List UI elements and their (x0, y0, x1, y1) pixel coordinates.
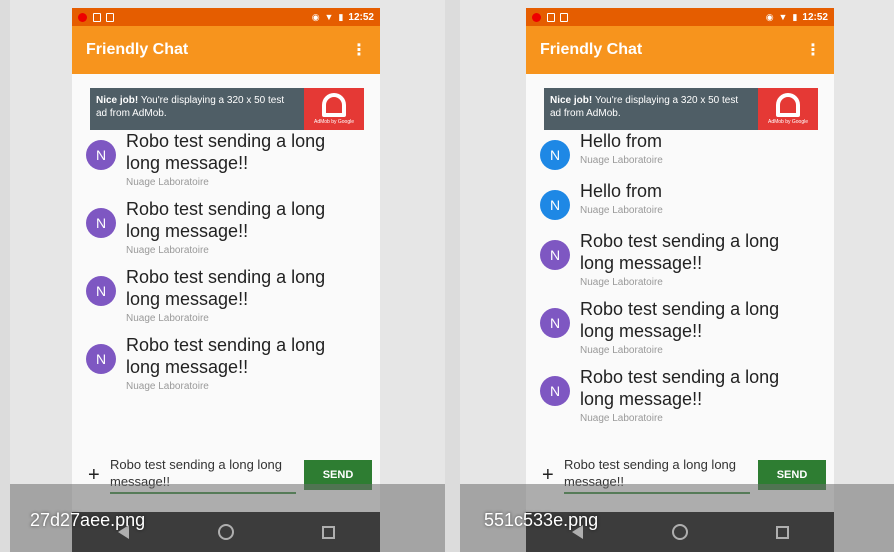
file-label: 551c533e.png (484, 510, 599, 530)
screenshot-panel: ◉ ▼ ▮ 12:52 Friendly Chat ⋮ Nice job! Yo… (10, 0, 445, 552)
notification-icon (93, 12, 101, 22)
status-bar: ◉ ▼ ▮ 12:52 (526, 8, 834, 26)
message-sender: Nuage Laboratoire (580, 345, 663, 356)
wifi-icon: ▼ (324, 12, 334, 22)
message-body: Robo test sending a long long message!! N… (580, 298, 800, 356)
message-item: N Robo test sending a long long message!!… (72, 266, 380, 324)
message-list[interactable]: N Robo test sending a long long message!!… (72, 130, 380, 450)
avatar: N (86, 208, 116, 238)
message-sender: Nuage Laboratoire (580, 155, 663, 166)
message-body: Hello from Nuage Laboratoire (580, 130, 800, 170)
status-time: 12:52 (802, 11, 828, 23)
file-label: 27d27aee.png (30, 510, 146, 530)
message-list[interactable]: N Hello from Nuage Laboratoire N Hello from N… (526, 130, 834, 450)
message-sender: Nuage Laboratoire (580, 205, 663, 216)
avatar: N (540, 308, 570, 338)
message-item: N Robo test sending a long long message!!… (72, 130, 380, 188)
message-item: N Hello from Nuage Laboratoire (526, 130, 834, 170)
message-text: Robo test sending a long long message!! (126, 335, 326, 377)
message-text: Hello from (580, 131, 663, 151)
ad-text: Nice job! You're displaying a 320 x 50 t… (544, 88, 758, 130)
admob-logo: AdMob by Google (758, 88, 818, 130)
admob-logo: AdMob by Google (304, 88, 364, 130)
message-text: Robo test sending a long long message!! (126, 131, 326, 173)
wifi-icon: ▼ (778, 12, 788, 22)
message-text: Robo test sending a long long message!! (580, 367, 780, 409)
message-body: Robo test sending a long long message!! N… (580, 366, 800, 424)
ad-bold: Nice job! (96, 95, 139, 106)
message-sender: Nuage Laboratoire (580, 277, 663, 288)
message-sender: Nuage Laboratoire (126, 313, 209, 324)
message-sender: Nuage Laboratoire (126, 381, 209, 392)
message-text: Robo test sending a long long message!! (126, 199, 326, 241)
ad-logo-sub: AdMob by Google (313, 119, 355, 125)
battery-icon: ▮ (792, 11, 798, 22)
phone-screen: ◉ ▼ ▮ 12:52 Friendly Chat ⋮ Nice job! Yo… (526, 8, 834, 552)
app-bar: Friendly Chat ⋮ (526, 26, 834, 74)
signal-icon: ◉ (765, 11, 774, 22)
app-title: Friendly Chat (86, 41, 189, 58)
avatar: N (540, 190, 570, 220)
message-sender: Nuage Laboratoire (126, 245, 209, 256)
message-text: Robo test sending a long long message!! (580, 299, 780, 341)
message-body: Robo test sending a long long message!! N… (126, 130, 346, 188)
avatar: N (540, 240, 570, 270)
app-bar: Friendly Chat ⋮ (72, 26, 380, 74)
message-body: Hello from Nuage Laboratoire (580, 180, 800, 220)
message-item: N Robo test sending a long long message!!… (72, 198, 380, 256)
message-text: Robo test sending a long long message!! (126, 267, 326, 309)
admob-logo-icon (322, 93, 346, 117)
notification-icon (547, 12, 555, 22)
message-item: N Robo test sending a long long message!!… (526, 298, 834, 356)
message-text: Robo test sending a long long message!! (580, 231, 780, 273)
phone-screen: ◉ ▼ ▮ 12:52 Friendly Chat ⋮ Nice job! Yo… (72, 8, 380, 552)
message-item: N Hello from Nuage Laboratoire (526, 180, 834, 220)
ad-text: Nice job! You're displaying a 320 x 50 t… (90, 88, 304, 130)
avatar: N (540, 140, 570, 170)
android-icon (106, 12, 114, 22)
message-sender: Nuage Laboratoire (126, 177, 209, 188)
avatar: N (86, 276, 116, 306)
message-text: Hello from (580, 181, 663, 201)
ad-banner[interactable]: Nice job! You're displaying a 320 x 50 t… (544, 88, 818, 130)
avatar: N (540, 376, 570, 406)
status-time: 12:52 (348, 11, 374, 23)
record-icon (78, 12, 87, 22)
ad-bold: Nice job! (550, 95, 593, 106)
overflow-menu-icon[interactable]: ⋮ (805, 40, 821, 60)
message-body: Robo test sending a long long message!! N… (126, 266, 346, 324)
screenshot-panel: ◉ ▼ ▮ 12:52 Friendly Chat ⋮ Nice job! Yo… (460, 0, 894, 552)
status-bar: ◉ ▼ ▮ 12:52 (72, 8, 380, 26)
admob-logo-icon (776, 93, 800, 117)
message-item: N Robo test sending a long long message!!… (526, 230, 834, 288)
avatar: N (86, 140, 116, 170)
android-icon (560, 12, 568, 22)
signal-icon: ◉ (311, 11, 320, 22)
message-item: N Robo test sending a long long message!!… (72, 334, 380, 392)
overflow-menu-icon[interactable]: ⋮ (351, 40, 367, 60)
message-body: Robo test sending a long long message!! N… (126, 198, 346, 256)
app-title: Friendly Chat (540, 41, 643, 58)
message-body: Robo test sending a long long message!! N… (126, 334, 346, 392)
avatar: N (86, 344, 116, 374)
ad-banner[interactable]: Nice job! You're displaying a 320 x 50 t… (90, 88, 364, 130)
message-body: Robo test sending a long long message!! N… (580, 230, 800, 288)
ad-logo-sub: AdMob by Google (767, 119, 809, 125)
message-item: N Robo test sending a long long message!!… (526, 366, 834, 424)
battery-icon: ▮ (338, 11, 344, 22)
record-icon (532, 12, 541, 22)
message-sender: Nuage Laboratoire (580, 413, 663, 424)
